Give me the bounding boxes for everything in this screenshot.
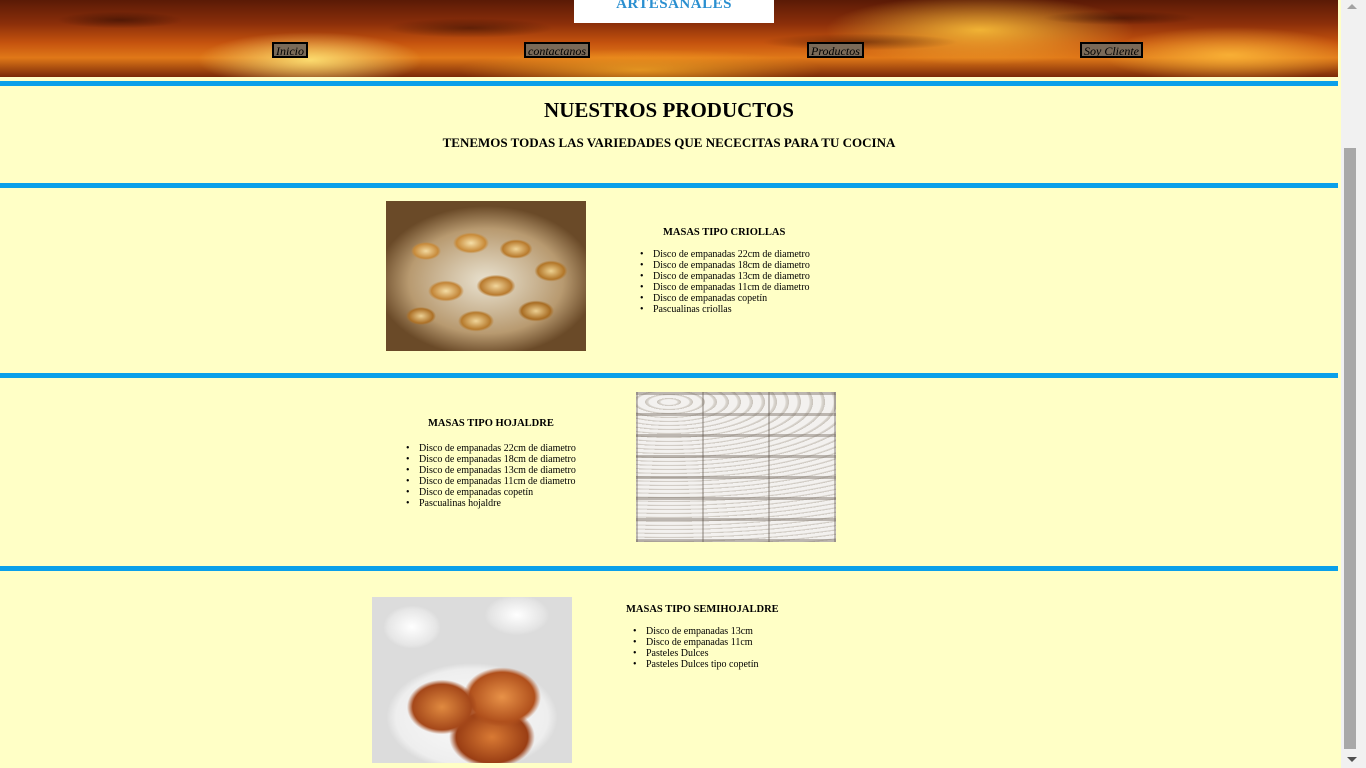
divider (0, 183, 1338, 188)
baked-empanadas-image (386, 201, 586, 351)
section-title-criollas: MASAS TIPO CRIOLLAS (663, 227, 786, 238)
list-item: Disco de empanadas copetín (405, 487, 576, 498)
nav-link-contactanos[interactable]: contactanos (524, 42, 590, 58)
product-list-criollas: Disco de empanadas 22cm de diametro Disc… (639, 249, 810, 315)
list-item: Disco de empanadas 18cm de diametro (639, 260, 810, 271)
scroll-up-arrow-icon[interactable] (1347, 4, 1357, 9)
pastries-image (372, 597, 572, 763)
list-item: Disco de empanadas 13cm de diametro (405, 465, 576, 476)
list-item: Disco de empanadas 13cm (632, 626, 758, 637)
scrollbar-thumb[interactable] (1344, 148, 1356, 749)
list-item: Pasteles Dulces (632, 648, 758, 659)
list-item: Disco de empanadas copetín (639, 293, 810, 304)
section-title-semihojaldre: MASAS TIPO SEMIHOJALDRE (626, 604, 779, 615)
list-item: Disco de empanadas 11cm (632, 637, 758, 648)
nav-link-productos[interactable]: Productos (807, 42, 864, 58)
nav-link-soy-cliente[interactable]: Soy Cliente (1080, 42, 1143, 58)
list-item: Disco de empanadas 22cm de diametro (639, 249, 810, 260)
divider (0, 373, 1338, 378)
section-title-hojaldre: MASAS TIPO HOJALDRE (428, 418, 554, 429)
list-item: Disco de empanadas 22cm de diametro (405, 443, 576, 454)
logo-text: ARTESANALES (616, 0, 732, 12)
list-item: Pasteles Dulces tipo copetín (632, 659, 758, 670)
nav-link-inicio[interactable]: Inicio (272, 42, 308, 58)
page-title: NUESTROS PRODUCTOS (544, 98, 794, 122)
raw-empanadas-image (636, 392, 836, 542)
page-subtitle: TENEMOS TODAS LAS VARIEDADES QUE NECECIT… (442, 135, 896, 150)
product-list-semihojaldre: Disco de empanadas 13cm Disco de empanad… (632, 626, 758, 670)
divider (0, 566, 1338, 571)
site-logo[interactable]: ARTESANALES (574, 0, 774, 23)
list-item: Pascualinas hojaldre (405, 498, 576, 509)
list-item: Disco de empanadas 18cm de diametro (405, 454, 576, 465)
list-item: Pascualinas criollas (639, 304, 810, 315)
divider (0, 81, 1338, 86)
list-item: Disco de empanadas 11cm de diametro (405, 476, 576, 487)
product-list-hojaldre: Disco de empanadas 22cm de diametro Disc… (405, 443, 576, 509)
scroll-down-arrow-icon[interactable] (1347, 757, 1357, 762)
list-item: Disco de empanadas 13cm de diametro (639, 271, 810, 282)
list-item: Disco de empanadas 11cm de diametro (639, 282, 810, 293)
